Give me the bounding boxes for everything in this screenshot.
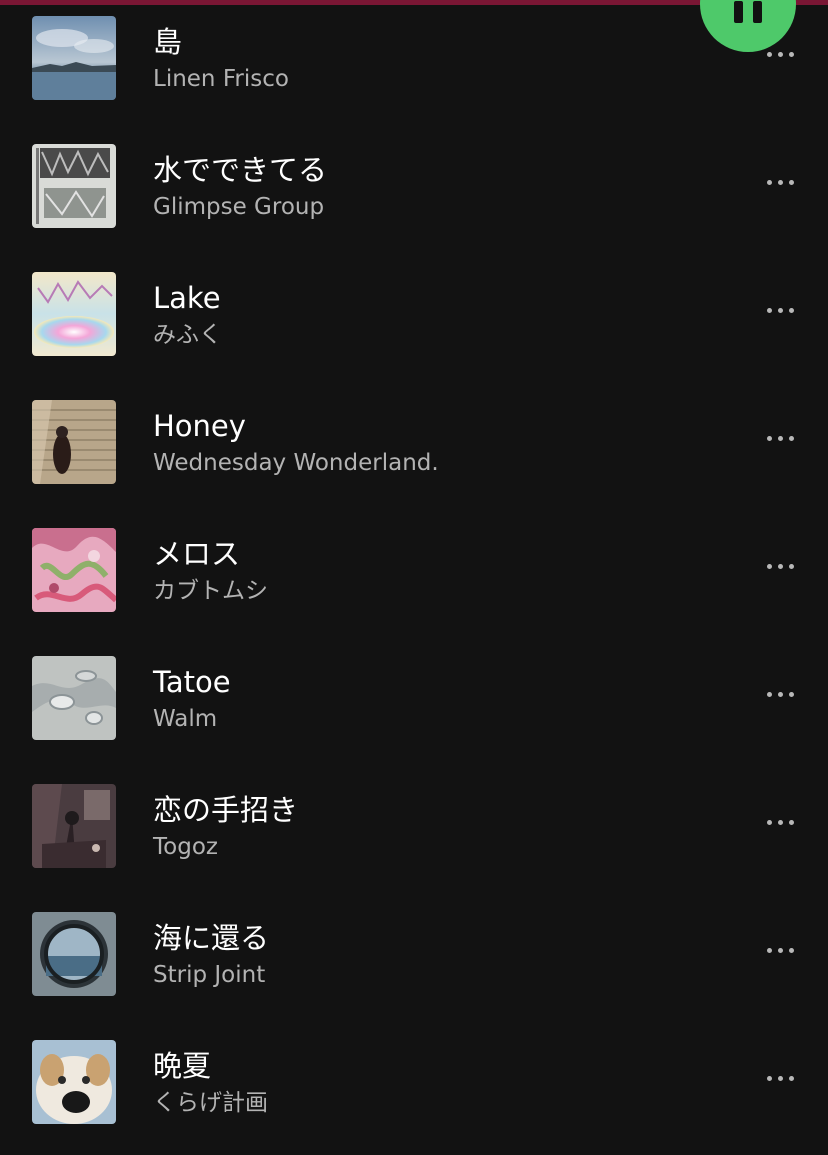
more-options-icon[interactable] [756,298,804,322]
track-artist: カブトムシ [153,578,268,604]
more-options-icon[interactable] [756,170,804,194]
track-artist: Wednesday Wonderland. [153,450,439,476]
album-cover [32,16,116,100]
pause-icon [734,1,762,29]
track-title: Honey [153,409,246,443]
album-cover [32,144,116,228]
track-row[interactable]: 水でできてる Glimpse Group [0,126,828,254]
track-title: Tatoe [153,665,231,699]
track-row[interactable]: Lake みふく [0,254,828,382]
track-title: メロス [153,537,241,571]
track-row[interactable]: 晩夏 くらげ計画 [0,1022,828,1150]
track-title: 晩夏 [153,1049,212,1083]
album-cover [32,400,116,484]
track-artist: Linen Frisco [153,66,289,92]
track-title: 海に還る [153,921,270,955]
more-options-icon[interactable] [756,682,804,706]
track-row[interactable]: 海に還る Strip Joint [0,894,828,1022]
track-artist: Walm [153,706,218,732]
more-options-icon[interactable] [756,938,804,962]
track-artist: Glimpse Group [153,194,325,220]
album-cover [32,784,116,868]
track-row[interactable]: Honey Wednesday Wonderland. [0,382,828,510]
track-artist: くらげ計画 [153,1090,268,1116]
more-options-icon[interactable] [756,1066,804,1090]
track-title: 恋の手招き [153,793,299,827]
track-artist: Strip Joint [153,962,266,988]
track-row[interactable]: Tatoe Walm [0,638,828,766]
track-title: 水でできてる [153,153,328,187]
track-artist: Togoz [153,834,218,860]
album-cover [32,1040,116,1124]
track-row[interactable]: 恋の手招き Togoz [0,766,828,894]
track-title: Lake [153,281,221,315]
more-options-icon[interactable] [756,554,804,578]
more-options-icon[interactable] [756,810,804,834]
track-artist: みふく [153,322,222,348]
album-cover [32,528,116,612]
more-options-icon[interactable] [756,426,804,450]
track-title: 島 [153,25,183,59]
album-cover [32,272,116,356]
track-row[interactable]: メロス カブトムシ [0,510,828,638]
album-cover [32,656,116,740]
album-cover [32,912,116,996]
